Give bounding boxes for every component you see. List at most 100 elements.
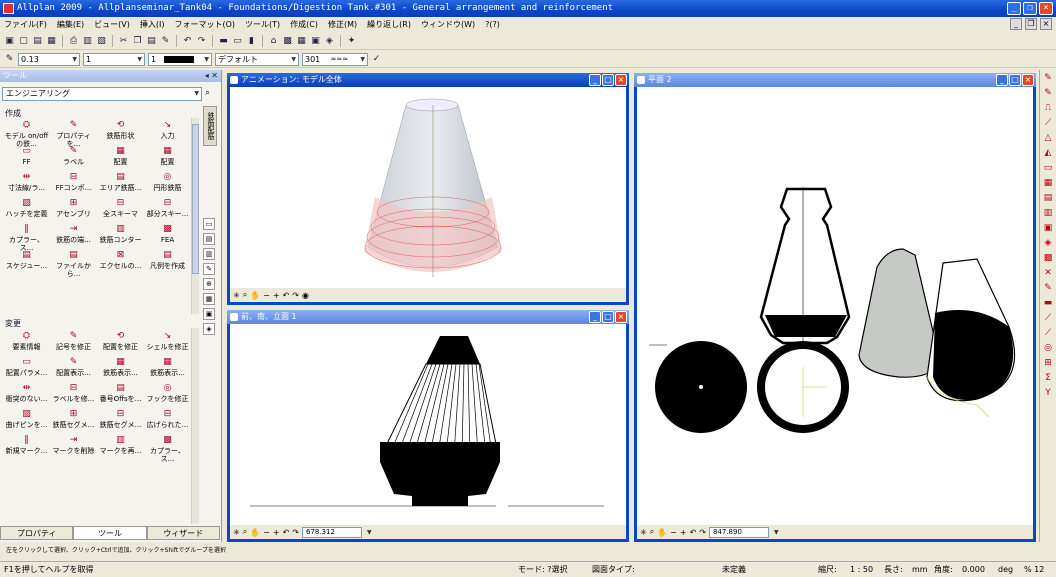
create-tool-14[interactable]: ⊟ 全スキーマ (97, 197, 144, 223)
plan-maximize-button[interactable]: □ (1009, 74, 1021, 86)
create-tool-21[interactable]: ▤ ファイルから... (50, 249, 97, 278)
zoom-out-icon[interactable]: − (263, 291, 270, 300)
create-tool-5[interactable]: ✎ ラベル (50, 145, 97, 171)
plan-minimize-button[interactable]: _ (996, 74, 1008, 86)
create-tool-11[interactable]: ◎ 円形鉄筋 (144, 171, 191, 197)
menu-modify[interactable]: 修正(M) (328, 17, 357, 32)
right-tool-12-icon[interactable]: ◈ (1042, 237, 1054, 249)
modify-tool-3[interactable]: ↘ シェルを修正 (144, 330, 191, 356)
status-scale[interactable]: 1 : 50 (850, 562, 873, 577)
create-tool-6[interactable]: ▦ 配置 (97, 145, 144, 171)
modify-tool-1[interactable]: ✎ 記号を修正 (50, 330, 97, 356)
print-preview-icon[interactable]: ▥ (82, 36, 93, 47)
plot-icon[interactable]: ▧ (96, 36, 107, 47)
menu-insert[interactable]: 挿入(I) (140, 17, 165, 32)
create-tool-23[interactable]: ▤ 凡例を作成 (144, 249, 191, 275)
right-tool-19-icon[interactable]: ◎ (1042, 342, 1054, 354)
right-tool-20-icon[interactable]: ⊞ (1042, 357, 1054, 369)
restore-button[interactable]: ❐ (1023, 2, 1037, 15)
anim-minimize-button[interactable]: _ (589, 74, 601, 86)
modify-tool-19[interactable]: ▩ カプラー、ス... (144, 434, 191, 463)
status-drawing-type[interactable]: 未定義 (722, 562, 746, 577)
plan-close-button[interactable]: × (1022, 74, 1034, 86)
doc-minimize-button[interactable]: _ (1010, 18, 1022, 30)
elevation-window[interactable]: 前、南、立面 1 _ □ × ✳ ⌕ ✋ − + ↶ ↷ 678.312 ▼ (227, 310, 629, 542)
modify-tool-12[interactable]: ▨ 曲げピンを... (3, 408, 50, 434)
create-tool-10[interactable]: ▤ エリア鉄筋... (97, 171, 144, 197)
redraw-icon[interactable]: ✳ (233, 291, 240, 300)
right-tool-3-icon[interactable]: ⎍ (1042, 102, 1054, 114)
fileopen-icon[interactable]: ⌂ (268, 36, 279, 47)
side-tool-4-icon[interactable]: ✎ (203, 263, 215, 275)
side-tool-2-icon[interactable]: ▤ (203, 233, 215, 245)
zoom-icon[interactable]: ⌕ (243, 290, 247, 300)
create-tool-15[interactable]: ⊟ 部分スキー... (144, 197, 191, 223)
menu-view[interactable]: ビュー(V) (94, 17, 130, 32)
modify-tool-14[interactable]: ⊟ 鉄筋セグメ... (97, 408, 144, 434)
elev-back-icon[interactable]: ↶ (283, 528, 290, 537)
right-tool-15-icon[interactable]: ✎ (1042, 282, 1054, 294)
right-tool-16-icon[interactable]: ▬ (1042, 297, 1054, 309)
plan-zoom-in-icon[interactable]: + (680, 528, 687, 537)
cube-icon[interactable]: ◈ (324, 36, 335, 47)
plan-forward-icon[interactable]: ↷ (699, 528, 706, 537)
plan-back-icon[interactable]: ↶ (690, 528, 697, 537)
menu-format[interactable]: フォーマット(O) (174, 17, 235, 32)
line-type-select[interactable]: 1 ▼ (83, 52, 145, 66)
plan-redraw-icon[interactable]: ✳ (640, 528, 647, 537)
right-tool-1-icon[interactable]: ✎ (1042, 72, 1054, 84)
menu-help[interactable]: ?(?) (485, 17, 500, 32)
right-tool-13-icon[interactable]: ▩ (1042, 252, 1054, 264)
modify-tool-10[interactable]: ▤ 番号Offsを... (97, 382, 144, 408)
elev-zoom-icon[interactable]: ⌕ (243, 527, 247, 537)
redo-icon[interactable]: ↷ (196, 36, 207, 47)
create-tool-9[interactable]: ⊟ FFコンポ... (50, 171, 97, 197)
panel-close-icon[interactable]: ◂ ✕ (205, 70, 218, 82)
right-tool-4-icon[interactable]: ⟋ (1042, 117, 1054, 129)
new-file-icon[interactable]: ▢ (18, 36, 29, 47)
elev-zoom-field[interactable]: 678.312 (301, 526, 362, 538)
menu-repeat[interactable]: 繰り返し(R) (367, 17, 411, 32)
line-style-select[interactable]: 301 ≈≈≈ ▼ (302, 52, 368, 66)
pen-thickness-select[interactable]: 0.13 ▼ (18, 52, 80, 66)
right-tool-17-icon[interactable]: ⟋ (1042, 312, 1054, 324)
elev-forward-icon[interactable]: ↷ (292, 528, 299, 537)
palette-icon[interactable]: ▩ (282, 36, 293, 47)
module-family-select[interactable]: エンジニアリング ▼ (2, 87, 202, 101)
save-icon[interactable]: ▦ (46, 36, 57, 47)
right-tool-9-icon[interactable]: ▤ (1042, 192, 1054, 204)
create-tool-7[interactable]: ▦ 配置 (144, 145, 191, 171)
plan-window[interactable]: 平面 2 _ □ × ✳ ⌕ ✋ − + ↶ ↷ 847.890 ▼ (634, 73, 1036, 542)
modify-tool-2[interactable]: ⟲ 配置を修正 (97, 330, 144, 356)
modify-tool-18[interactable]: ▥ マークを再... (97, 434, 144, 460)
right-tool-18-icon[interactable]: ⟋ (1042, 327, 1054, 339)
right-tool-10-icon[interactable]: ▥ (1042, 207, 1054, 219)
grid-icon[interactable]: ▦ (296, 36, 307, 47)
layer-select[interactable]: デフォルト ▼ (215, 52, 299, 66)
menu-window[interactable]: ウィンドウ(W) (421, 17, 475, 32)
status-angle-unit[interactable]: deg (998, 562, 1013, 577)
elev-pan-icon[interactable]: ✋ (250, 528, 260, 537)
modify-tool-4[interactable]: ▭ 配置パラメ... (3, 356, 50, 382)
status-length-unit[interactable]: mm (912, 562, 928, 577)
settings-icon[interactable]: ✓ (371, 54, 382, 65)
modify-tool-5[interactable]: ✎ 配置表示... (50, 356, 97, 382)
display-icon[interactable]: ▣ (310, 36, 321, 47)
plan-zoom-icon[interactable]: ⌕ (650, 527, 654, 537)
elevation-viewport[interactable] (230, 324, 626, 525)
side-tool-3-icon[interactable]: ▥ (203, 248, 215, 260)
create-tool-12[interactable]: ▨ ハッチを定義 (3, 197, 50, 223)
menu-tools[interactable]: ツール(T) (245, 17, 280, 32)
create-tool-18[interactable]: ▥ 鉄筋コンター (97, 223, 144, 249)
create-tool-16[interactable]: ‖ カプラー、ス... (3, 223, 50, 252)
modify-scrollbar[interactable] (191, 328, 199, 524)
anim-maximize-button[interactable]: □ (602, 74, 614, 86)
tab-properties[interactable]: プロパティ (0, 526, 74, 540)
create-tool-0[interactable]: ⛭ モデル on/offの鉄... (3, 119, 50, 148)
right-tool-7-icon[interactable]: ▭ (1042, 162, 1054, 174)
modify-tool-16[interactable]: ‖ 新規マーク... (3, 434, 50, 460)
side-tool-7-icon[interactable]: ▣ (203, 308, 215, 320)
format-painter-icon[interactable]: ✎ (160, 36, 171, 47)
right-tool-11-icon[interactable]: ▣ (1042, 222, 1054, 234)
menu-edit[interactable]: 編集(E) (57, 17, 84, 32)
